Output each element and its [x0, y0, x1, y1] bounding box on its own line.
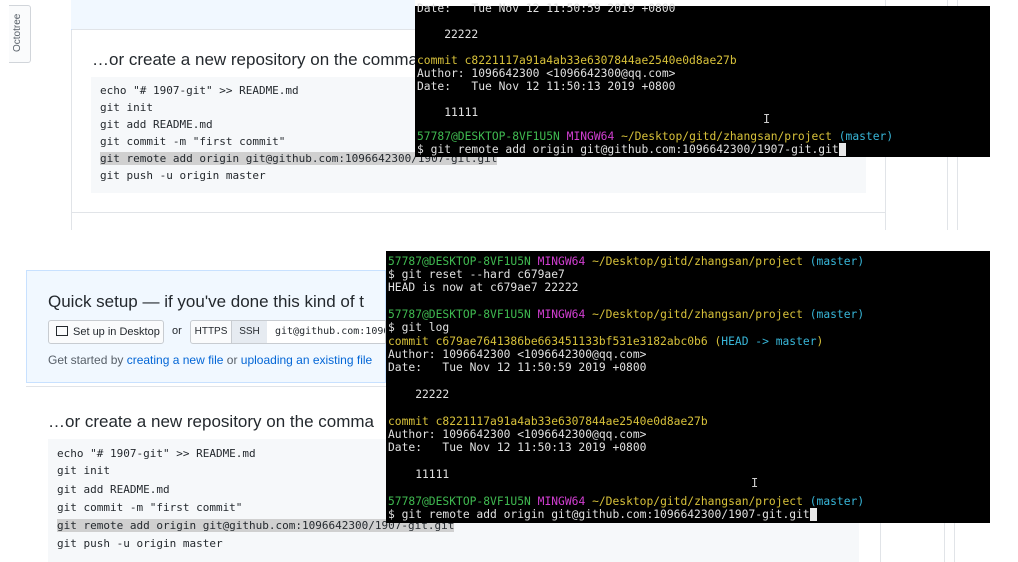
command-text: $ git remote add origin git@github.com:1… [417, 143, 839, 156]
terminal-line: Date: Tue Nov 12 11:50:59 2019 +0800 [388, 361, 647, 374]
code-line: git commit -m "first commit" [57, 501, 243, 514]
terminal-line: commit c679ae7641386be663451133bf531e318… [388, 335, 823, 348]
terminal-line: commit c8221117a91a4ab33e6307844ae2540e0… [417, 54, 737, 67]
text-cursor [838, 143, 846, 156]
clone-url-input[interactable]: git@github.com:1096 [267, 320, 386, 344]
upload-file-link[interactable]: uploading an existing file [241, 353, 372, 367]
prompt-branch: (master) [809, 255, 865, 268]
https-button[interactable]: HTTPS [190, 320, 232, 344]
get-started-text: Get started by creating a new file or up… [48, 353, 372, 367]
desktop-icon [56, 326, 68, 336]
text-cursor [809, 508, 817, 521]
setup-in-desktop-label: Set up in Desktop [73, 326, 160, 338]
quick-setup-title: Quick setup — if you've done this kind o… [48, 292, 365, 311]
prompt-user: 57787@DESKTOP-8VF1U5N [417, 130, 560, 143]
prompt-shell: MINGW64 [537, 255, 586, 268]
head-ref: HEAD -> master [721, 335, 817, 348]
terminal-line: Date: Tue Nov 12 11:50:59 2019 +0800 [417, 2, 676, 15]
terminal-window-top[interactable]: Date: Tue Nov 12 11:50:59 2019 +0800 222… [415, 2, 990, 157]
code-line: git push -u origin master [100, 169, 266, 182]
prompt-user: 57787@DESKTOP-8VF1U5N [388, 255, 531, 268]
get-started-prefix: Get started by [48, 353, 127, 367]
terminal-line: 22222 [417, 28, 479, 41]
or-text: or [172, 325, 182, 337]
terminal-prompt: 57787@DESKTOP-8VF1U5N MINGW64 ~/Desktop/… [388, 308, 864, 321]
terminal-line: Author: 1096642300 <1096642300@qq.com> [417, 67, 676, 80]
code-line: git init [100, 101, 153, 114]
terminal-line: 11111 [388, 468, 450, 481]
prompt-path: ~/Desktop/gitd/zhangsan/project [621, 130, 832, 143]
octotree-label: Octotree [12, 13, 23, 52]
setup-in-desktop-button[interactable]: Set up in Desktop [48, 320, 164, 344]
prompt-user: 57787@DESKTOP-8VF1U5N [388, 495, 531, 508]
create-repo-heading-top: …or create a new repository on the comma [92, 50, 418, 69]
octotree-tab[interactable]: Octotree [9, 5, 31, 63]
terminal-prompt: 57787@DESKTOP-8VF1U5N MINGW64 ~/Desktop/… [388, 255, 864, 268]
terminal-line: Date: Tue Nov 12 11:50:13 2019 +0800 [417, 80, 676, 93]
prompt-path: ~/Desktop/gitd/zhangsan/project [592, 495, 803, 508]
terminal-prompt: 57787@DESKTOP-8VF1U5N MINGW64 ~/Desktop/… [388, 495, 864, 508]
terminal-line: 11111 [417, 106, 479, 119]
prompt-branch: (master) [809, 308, 865, 321]
prompt-shell: MINGW64 [537, 495, 586, 508]
terminal-line: commit c8221117a91a4ab33e6307844ae2540e0… [388, 415, 708, 428]
terminal-line: Author: 1096642300 <1096642300@qq.com> [388, 428, 647, 441]
code-line: echo "# 1907-git" >> README.md [100, 84, 299, 97]
terminal-line: $ git log [388, 321, 450, 334]
ssh-button[interactable]: SSH [231, 320, 268, 344]
terminal-line: 22222 [388, 388, 450, 401]
divider [72, 212, 885, 213]
create-new-file-link[interactable]: creating a new file [127, 353, 224, 367]
prompt-path: ~/Desktop/gitd/zhangsan/project [592, 308, 803, 321]
terminal-prompt: 57787@DESKTOP-8VF1U5N MINGW64 ~/Desktop/… [417, 130, 893, 143]
terminal-line: $ git reset --hard c679ae7 [388, 268, 565, 281]
code-line: git add README.md [100, 118, 213, 131]
code-line: git add README.md [57, 483, 170, 496]
code-line: echo "# 1907-git" >> README.md [57, 447, 256, 460]
get-started-or: or [223, 353, 241, 367]
prompt-branch: (master) [838, 130, 894, 143]
ibeam-cursor-icon: I [763, 112, 771, 126]
quick-setup-strip-top [71, 0, 415, 30]
code-line: git commit -m "first commit" [100, 135, 286, 148]
code-line: git push -u origin master [57, 537, 223, 550]
terminal-window-bottom[interactable]: 57787@DESKTOP-8VF1U5N MINGW64 ~/Desktop/… [386, 251, 990, 523]
command-text: $ git remote add origin git@github.com:1… [388, 508, 810, 521]
prompt-branch: (master) [809, 495, 865, 508]
code-line: git init [57, 464, 110, 477]
terminal-line: HEAD is now at c679ae7 22222 [388, 281, 579, 294]
prompt-user: 57787@DESKTOP-8VF1U5N [388, 308, 531, 321]
prompt-path: ~/Desktop/gitd/zhangsan/project [592, 255, 803, 268]
terminal-line: Author: 1096642300 <1096642300@qq.com> [388, 348, 647, 361]
prompt-shell: MINGW64 [566, 130, 615, 143]
ibeam-cursor-icon: I [751, 476, 759, 490]
commit-hash: commit c679ae7641386be663451133bf531e318… [388, 335, 708, 348]
ref-paren: ) [816, 335, 824, 348]
divider [26, 386, 386, 387]
terminal-command[interactable]: $ git remote add origin git@github.com:1… [388, 508, 817, 521]
terminal-line: Date: Tue Nov 12 11:50:13 2019 +0800 [388, 441, 647, 454]
create-repo-heading-bottom: …or create a new repository on the comma [48, 412, 374, 431]
terminal-command[interactable]: $ git remote add origin git@github.com:1… [417, 143, 846, 156]
prompt-shell: MINGW64 [537, 308, 586, 321]
